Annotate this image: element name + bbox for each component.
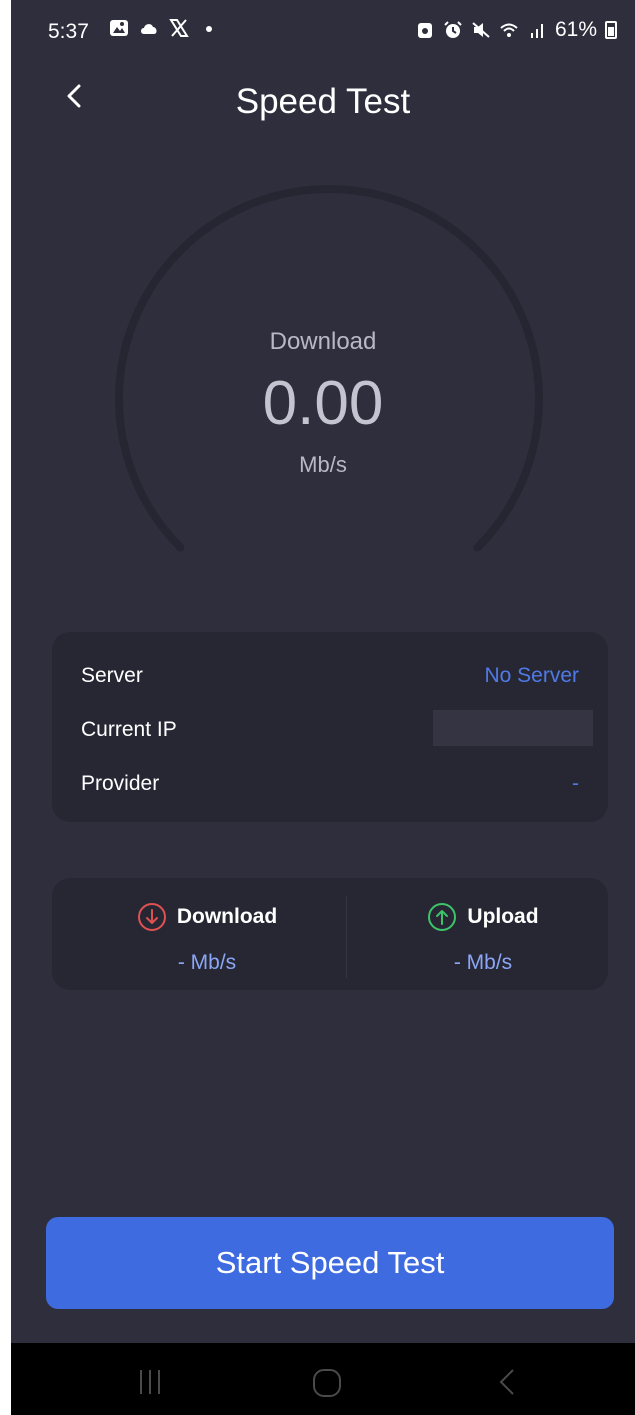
upload-arrow-icon bbox=[428, 903, 457, 931]
lock-icon bbox=[417, 23, 432, 38]
back-nav-icon[interactable] bbox=[493, 1367, 523, 1397]
provider-row: Provider - bbox=[81, 764, 579, 804]
download-arrow-icon bbox=[137, 903, 166, 931]
results-card: Download - Mb/s Upload - Mb/s bbox=[52, 878, 608, 990]
status-notification-icons bbox=[109, 18, 219, 38]
status-time: 5:37 bbox=[48, 20, 89, 43]
download-label: Download bbox=[176, 905, 278, 928]
server-row: Server No Server bbox=[81, 656, 579, 696]
cloud-icon bbox=[141, 24, 157, 34]
status-system-icons: 61% bbox=[415, 18, 617, 42]
signal-icon bbox=[530, 24, 543, 38]
upload-title: Upload bbox=[427, 902, 539, 932]
download-title: Download bbox=[137, 902, 277, 932]
gauge-label: Download bbox=[269, 328, 377, 355]
home-icon[interactable] bbox=[311, 1367, 343, 1399]
battery-icon bbox=[605, 21, 617, 39]
battery-percent: 61% bbox=[554, 18, 597, 41]
start-speed-test-button[interactable]: Start Speed Test bbox=[46, 1217, 614, 1309]
download-value: - Mb/s bbox=[177, 951, 237, 974]
gauge-unit: Mb/s bbox=[299, 452, 347, 477]
speed-test-screen: 5:37 61% Speed Test Download 0.00 Mb/s S… bbox=[11, 0, 635, 1415]
connection-info-card: Server No Server Current IP Provider - bbox=[52, 632, 608, 822]
server-label: Server bbox=[81, 664, 143, 687]
wifi-icon bbox=[500, 23, 518, 37]
system-nav-bar bbox=[11, 1343, 635, 1415]
header: Speed Test bbox=[11, 62, 635, 142]
ip-row: Current IP bbox=[81, 710, 593, 750]
gauge-value: 0.00 bbox=[262, 369, 384, 438]
ip-label: Current IP bbox=[81, 718, 177, 741]
status-bar: 5:37 61% bbox=[11, 0, 635, 62]
download-result: Download - Mb/s bbox=[68, 902, 346, 975]
provider-value: - bbox=[572, 772, 579, 795]
recent-apps-icon[interactable] bbox=[135, 1367, 165, 1397]
server-value[interactable]: No Server bbox=[484, 664, 579, 688]
upload-result: Upload - Mb/s bbox=[344, 902, 622, 975]
provider-label: Provider bbox=[81, 772, 160, 795]
dot-icon bbox=[206, 26, 212, 32]
upload-value: - Mb/s bbox=[453, 951, 513, 974]
gallery-icon bbox=[110, 20, 128, 36]
mute-icon bbox=[472, 22, 490, 38]
alarm-icon bbox=[444, 21, 462, 38]
x-logo-icon bbox=[169, 19, 189, 37]
upload-label: Upload bbox=[467, 905, 539, 928]
page-title: Speed Test bbox=[235, 82, 411, 121]
ip-value-redacted bbox=[433, 710, 593, 746]
